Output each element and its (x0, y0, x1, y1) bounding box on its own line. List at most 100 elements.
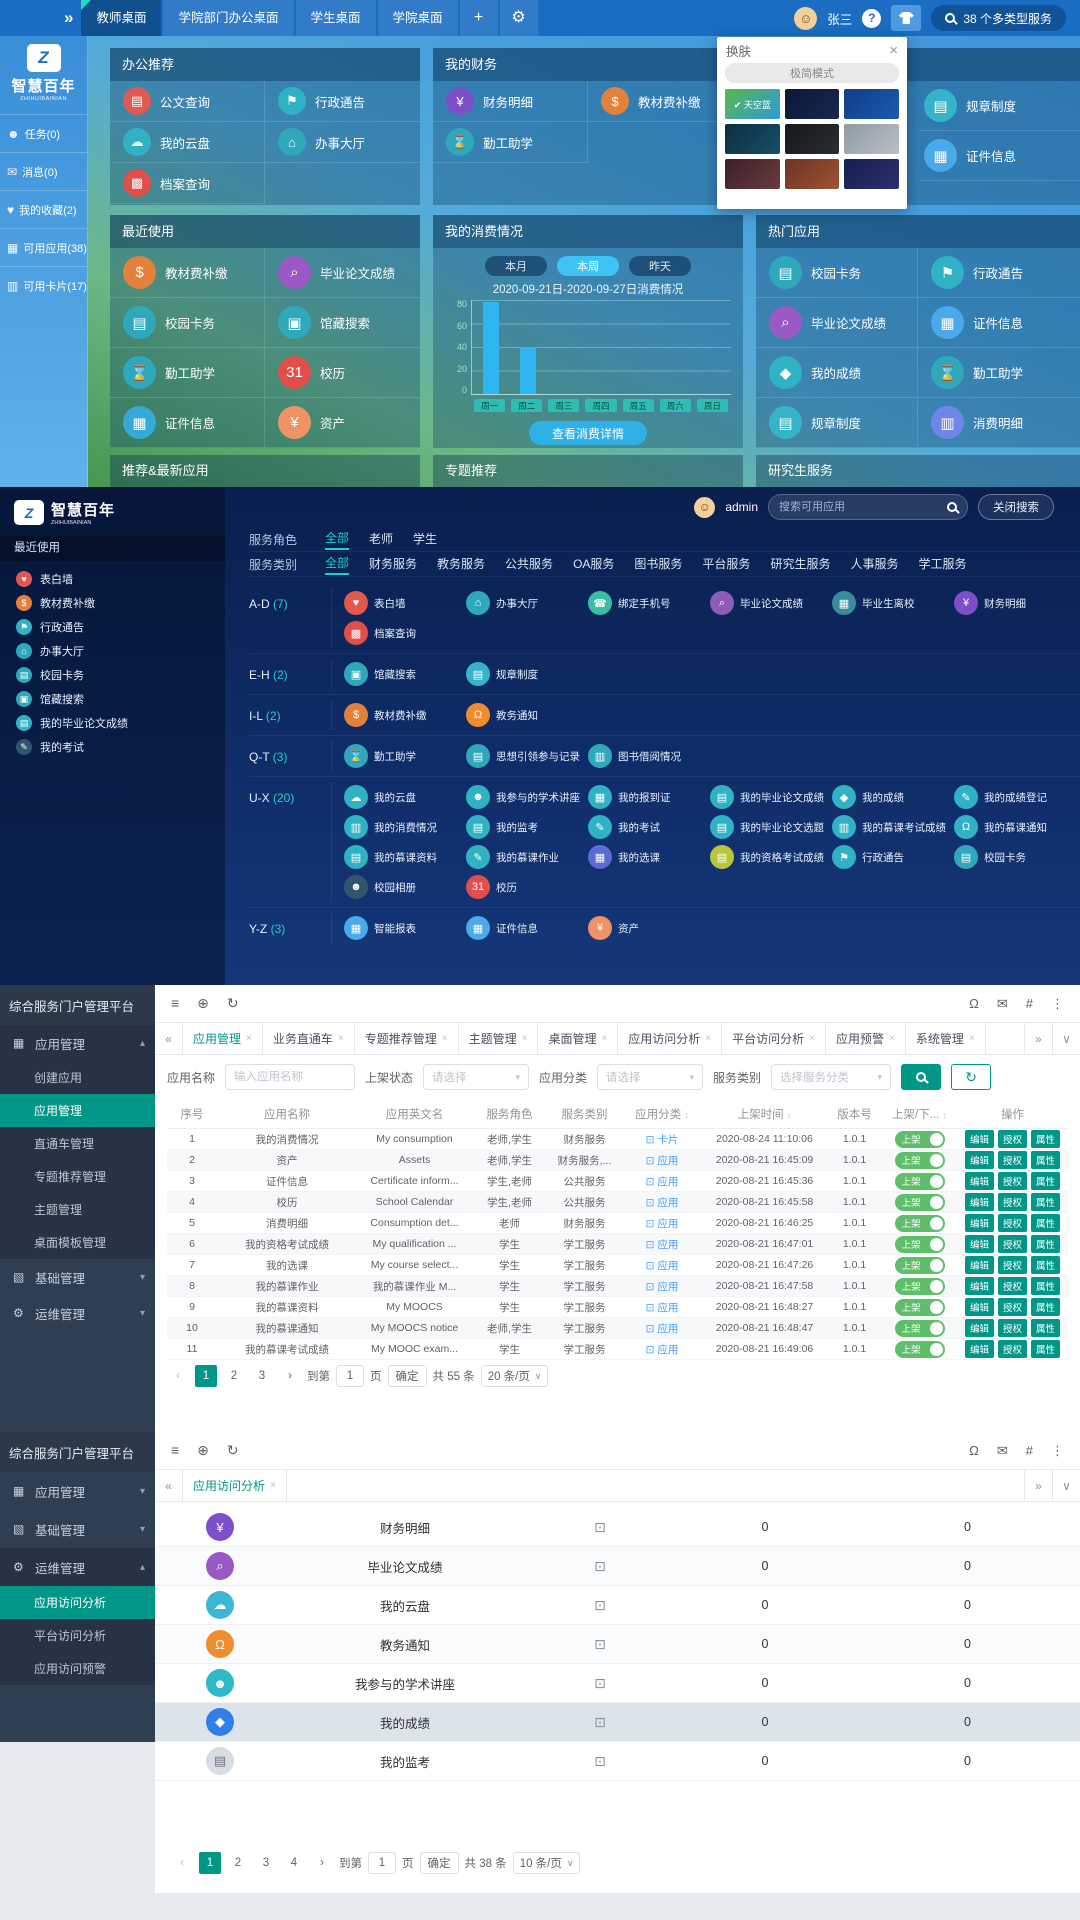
publish-toggle[interactable]: 上架 (895, 1278, 945, 1295)
directory-app[interactable]: ▤ 校园卡务 (954, 842, 1076, 872)
page-number[interactable]: 2 (227, 1852, 249, 1874)
theme-swatch[interactable] (785, 89, 840, 119)
page-size-select[interactable]: 20 条/页∨ (481, 1365, 549, 1387)
theme-swatch[interactable] (844, 89, 899, 119)
column-header[interactable]: 应用名称 (217, 1106, 357, 1122)
menu-child[interactable]: 创建应用 (0, 1061, 155, 1094)
add-desktop-button[interactable]: + (460, 0, 498, 36)
authorize-button[interactable]: 授权 (998, 1298, 1027, 1316)
sidebar-item[interactable]: ✉ 消息(0) (0, 152, 87, 190)
page-number[interactable]: 3 (255, 1852, 277, 1874)
page-number[interactable]: 1 (195, 1365, 217, 1387)
app-tile[interactable]: ▤ 校园卡务 (110, 298, 265, 348)
authorize-button[interactable]: 授权 (998, 1214, 1027, 1232)
app-tile[interactable]: $ 教材费补缴 (110, 248, 265, 298)
sidebar-item[interactable]: ▦ 可用应用(38) (0, 228, 87, 266)
edit-button[interactable]: 编辑 (965, 1277, 994, 1295)
skin-button[interactable] (891, 5, 921, 31)
property-button[interactable]: 属性 (1031, 1193, 1060, 1211)
range-tab[interactable]: 本周 (557, 256, 619, 276)
authorize-button[interactable]: 授权 (998, 1319, 1027, 1337)
edit-button[interactable]: 编辑 (965, 1214, 994, 1232)
user-name[interactable]: 张三 (827, 9, 852, 28)
column-header[interactable]: 上架时间 ↕ (702, 1106, 827, 1122)
directory-app[interactable]: $ 教材费补缴 (344, 700, 466, 730)
app-tile[interactable]: ⚑ 行政通告 (265, 81, 420, 122)
tab-close-icon[interactable]: × (522, 1033, 528, 1044)
next-page-icon[interactable]: › (279, 1365, 301, 1387)
theme-swatch[interactable] (844, 124, 899, 154)
message-icon[interactable]: ✉ (997, 1443, 1008, 1459)
desktop-tab[interactable]: 学院桌面 (378, 0, 458, 36)
menu-parent[interactable]: ▧ 基础管理 ▾ (0, 1259, 155, 1295)
property-button[interactable]: 属性 (1031, 1298, 1060, 1316)
property-button[interactable]: 属性 (1031, 1151, 1060, 1169)
app-tile[interactable]: ⌕ 毕业论文成绩 (265, 248, 420, 298)
menu-parent[interactable]: ▦ 应用管理 ▴ (0, 1025, 155, 1061)
tab-close-icon[interactable]: × (442, 1033, 448, 1044)
authorize-button[interactable]: 授权 (998, 1193, 1027, 1211)
cell-app-type[interactable]: ⊡ 应用 (622, 1279, 702, 1294)
directory-app[interactable]: Ω 教务通知 (466, 700, 588, 730)
property-button[interactable]: 属性 (1031, 1172, 1060, 1190)
app-tile[interactable]: ¥ 资产 (265, 398, 420, 448)
directory-app[interactable]: ⌛ 勤工助学 (344, 741, 466, 771)
app-tile[interactable]: ⚑ 行政通告 (918, 248, 1080, 298)
cell-app-type[interactable]: ⊡ 应用 (622, 1237, 702, 1252)
authorize-button[interactable]: 授权 (998, 1130, 1027, 1148)
directory-app[interactable]: ▦ 证件信息 (466, 913, 588, 943)
app-tile[interactable]: ▥ 消费明细 (918, 398, 1080, 448)
view-detail-button[interactable]: 查看消费详情 (529, 421, 647, 445)
tabs-scroll-right[interactable]: » (1024, 1470, 1052, 1501)
publish-toggle[interactable]: 上架 (895, 1131, 945, 1148)
more-icon[interactable]: ⋮ (1051, 1443, 1064, 1459)
filter-option[interactable]: 学生 (413, 530, 437, 549)
directory-app[interactable]: ♥ 表白墙 (344, 588, 466, 618)
tab-close-icon[interactable]: × (889, 1033, 895, 1044)
directory-app[interactable]: Ω 我的慕课通知 (954, 812, 1076, 842)
jump-page-input[interactable] (368, 1852, 396, 1874)
filter-option[interactable]: 图书服务 (634, 555, 682, 574)
directory-app[interactable]: 31 校历 (466, 872, 588, 902)
recent-app-item[interactable]: ♥ 表白墙 (0, 567, 225, 591)
analytics-row[interactable]: Ω 教务通知 ⊡ 0 0 (155, 1625, 1080, 1664)
cell-app-type[interactable]: ⊡ 应用 (622, 1342, 702, 1357)
column-header[interactable]: 服务角色 (472, 1106, 547, 1122)
filter-option[interactable]: 老师 (369, 530, 393, 549)
app-tile[interactable]: ☁ 我的云盘 (110, 122, 265, 163)
search-button[interactable] (901, 1064, 941, 1090)
analytics-row[interactable]: ▤ 我的监考 ⊡ 0 0 (155, 1742, 1080, 1781)
tabs-menu-icon[interactable]: ∨ (1052, 1470, 1080, 1501)
app-tile[interactable]: ▤ 规章制度 (920, 81, 1080, 131)
column-header[interactable]: 应用分类 ↕ (622, 1106, 702, 1122)
filter-option[interactable]: 人事服务 (850, 555, 898, 574)
directory-app[interactable]: ⌂ 办事大厅 (466, 588, 588, 618)
filter-option[interactable]: OA服务 (573, 555, 614, 574)
menu-parent[interactable]: ⚙ 运维管理 ▾ (0, 1295, 155, 1331)
tab-close-icon[interactable]: × (705, 1033, 711, 1044)
directory-app[interactable]: ▤ 我的监考 (466, 812, 588, 842)
edit-button[interactable]: 编辑 (965, 1319, 994, 1337)
admin-tab[interactable]: 系统管理 × (906, 1023, 986, 1054)
directory-app[interactable]: ⌕ 毕业论文成绩 (710, 588, 832, 618)
next-page-icon[interactable]: › (311, 1852, 333, 1874)
filter-option[interactable]: 学工服务 (918, 555, 966, 574)
directory-app[interactable]: ▤ 我的毕业论文成绩 (710, 782, 832, 812)
page-number[interactable]: 1 (199, 1852, 221, 1874)
menu-parent[interactable]: ▧ 基础管理 ▾ (0, 1510, 155, 1548)
help-icon[interactable]: ? (862, 9, 881, 28)
table-row[interactable]: 7 我的选课 My course select... 学生 学工服务 ⊡ 应用 … (167, 1255, 1068, 1276)
theme-swatch[interactable] (725, 124, 780, 154)
recent-app-item[interactable]: ⌂ 办事大厅 (0, 639, 225, 663)
property-button[interactable]: 属性 (1031, 1256, 1060, 1274)
filter-option[interactable]: 全部 (325, 529, 349, 550)
publish-toggle[interactable]: 上架 (895, 1173, 945, 1190)
menu-child[interactable]: 专题推荐管理 (0, 1160, 155, 1193)
authorize-button[interactable]: 授权 (998, 1277, 1027, 1295)
publish-toggle[interactable]: 上架 (895, 1152, 945, 1169)
status-select[interactable]: 请选择▾ (423, 1064, 529, 1090)
app-tile[interactable]: ▤ 校园卡务 (756, 248, 918, 298)
edit-button[interactable]: 编辑 (965, 1340, 994, 1358)
publish-toggle[interactable]: 上架 (895, 1299, 945, 1316)
app-name-input[interactable] (234, 1071, 334, 1083)
